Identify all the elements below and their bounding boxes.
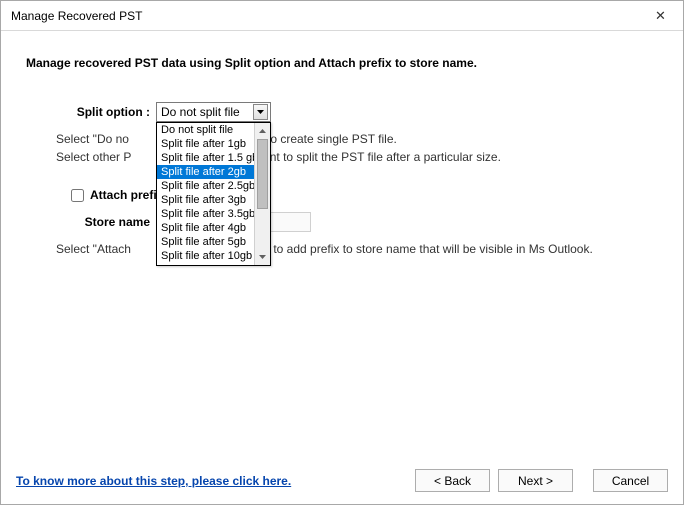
scroll-down-icon[interactable] xyxy=(255,249,270,265)
dropdown-inner: Do not split fileSplit file after 1gbSpl… xyxy=(157,123,270,265)
store-name-label: Store name xyxy=(26,215,156,229)
close-button[interactable]: ✕ xyxy=(638,1,683,30)
titlebar: Manage Recovered PST ✕ xyxy=(1,1,683,31)
back-button[interactable]: < Back xyxy=(415,469,490,492)
chevron-down-icon xyxy=(253,104,268,120)
scroll-thumb[interactable] xyxy=(257,139,268,209)
store-row: Store name xyxy=(26,212,658,232)
window-title: Manage Recovered PST xyxy=(11,9,142,23)
split-help-1: Select "Do noant to create single PST fi… xyxy=(56,130,658,166)
split-row: Split option : Do not split file Do not … xyxy=(26,102,658,122)
page-heading: Manage recovered PST data using Split op… xyxy=(26,56,658,70)
footer: To know more about this step, please cli… xyxy=(1,457,683,504)
close-icon: ✕ xyxy=(655,8,666,24)
cancel-button[interactable]: Cancel xyxy=(593,469,668,492)
prefix-help: Select "Attachption to add prefix to sto… xyxy=(56,240,658,258)
split-dropdown[interactable]: Do not split fileSplit file after 1gbSpl… xyxy=(156,122,271,266)
split-select-display[interactable]: Do not split file xyxy=(156,102,271,122)
split-select[interactable]: Do not split file Do not split fileSplit… xyxy=(156,102,271,122)
scroll-up-icon[interactable] xyxy=(255,123,270,139)
attach-prefix-checkbox[interactable] xyxy=(71,189,84,202)
content-area: Manage recovered PST data using Split op… xyxy=(1,31,683,258)
scrollbar[interactable] xyxy=(254,123,270,265)
split-selected-value: Do not split file xyxy=(161,105,240,119)
help-link[interactable]: To know more about this step, please cli… xyxy=(16,474,291,488)
split-label: Split option : xyxy=(26,105,156,119)
footer-buttons: < Back Next > Cancel xyxy=(415,469,668,492)
next-button[interactable]: Next > xyxy=(498,469,573,492)
